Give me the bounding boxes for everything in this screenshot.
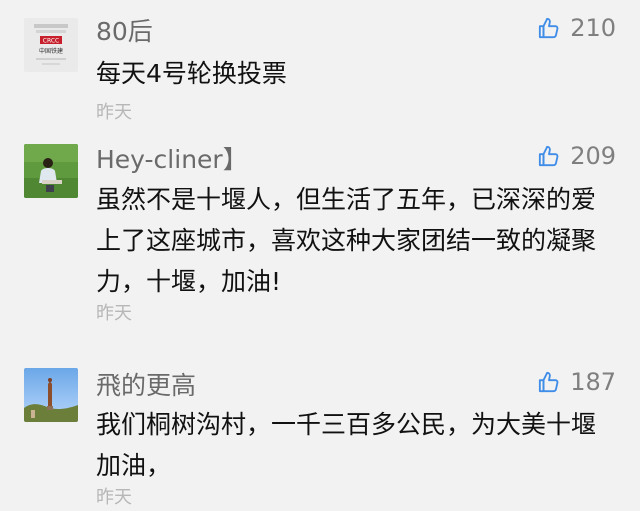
comment-timestamp: 昨天: [96, 487, 132, 508]
like-count: 210: [570, 14, 616, 42]
like-button[interactable]: 187: [538, 368, 616, 396]
avatar-image: CRCC 中国铁建: [24, 18, 78, 72]
comment-item: CRCC 中国铁建 80后 210 每天4号轮换投票 昨天: [0, 10, 640, 123]
comment-author[interactable]: Hey-cliner】: [96, 140, 248, 176]
avatar[interactable]: [24, 144, 78, 198]
comment-item: Hey-cliner】 209 虽然不是十堰人，但生活了五年，已深深的爱上了这座…: [0, 136, 640, 336]
like-button[interactable]: 210: [538, 14, 616, 42]
avatar-image: [24, 144, 78, 198]
like-count: 187: [570, 368, 616, 396]
thumbs-up-icon: [539, 145, 559, 167]
comment-text: 我们桐树沟村，一千三百多公民，为大美十堰加油，: [96, 410, 597, 480]
comment-text: 虽然不是十堰人，但生活了五年，已深深的爱上了这座城市，喜欢这种大家团结一致的凝聚…: [96, 185, 597, 296]
avatar[interactable]: CRCC 中国铁建: [24, 18, 78, 72]
avatar[interactable]: [24, 368, 78, 422]
comment-author[interactable]: 80后: [96, 12, 153, 48]
comment-item: 飛的更高 187 我们桐树沟村，一千三百多公民，为大美十堰加油， 昨天: [0, 360, 640, 511]
avatar-subtitle-text: 中国铁建: [39, 47, 63, 55]
avatar-image: [24, 368, 78, 422]
comment-author[interactable]: 飛的更高: [96, 366, 196, 402]
comment-list: CRCC 中国铁建 80后 210 每天4号轮换投票 昨天 Hey-cliner…: [0, 0, 640, 511]
avatar-brand-text: CRCC: [43, 38, 59, 45]
comment-timestamp: 昨天: [96, 102, 132, 123]
like-count: 209: [570, 142, 616, 170]
thumbs-up-icon: [539, 17, 559, 39]
thumbs-up-icon: [539, 371, 559, 393]
comment-text: 每天4号轮换投票: [96, 59, 287, 88]
like-button[interactable]: 209: [538, 142, 616, 170]
comment-timestamp: 昨天: [96, 303, 132, 324]
